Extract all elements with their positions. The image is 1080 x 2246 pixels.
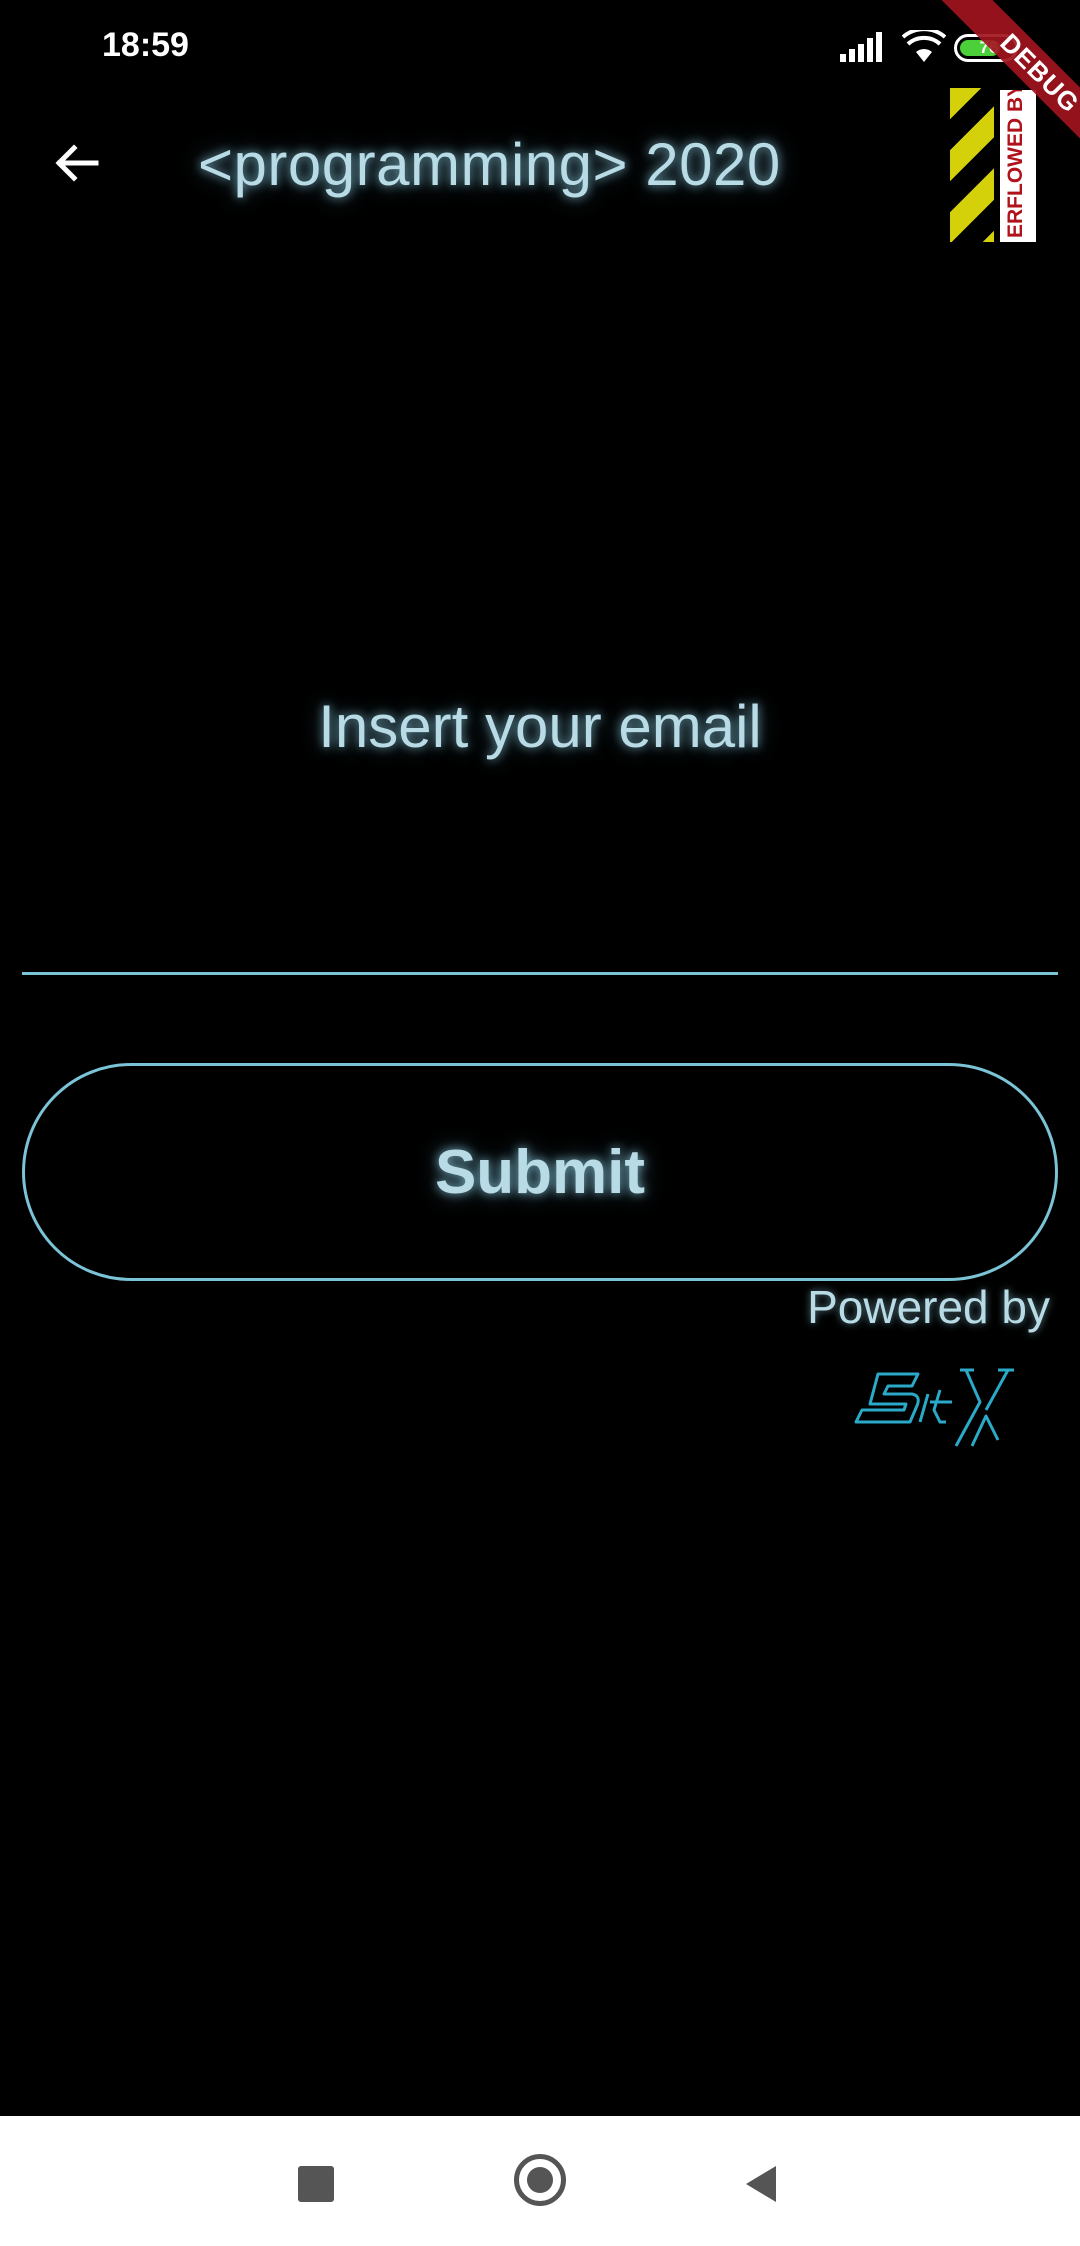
- status-bar: 18:59 76: [0, 0, 1080, 100]
- overflow-indicator: [950, 88, 994, 242]
- home-dot: [527, 2167, 553, 2193]
- status-time: 18:59: [102, 26, 189, 64]
- wifi-icon: [902, 30, 946, 62]
- square-recents-icon[interactable]: [298, 2166, 334, 2202]
- app-bar: <programming> 2020: [0, 100, 1080, 240]
- navigation-bar: [0, 2116, 1080, 2246]
- circle-home-icon[interactable]: [514, 2154, 566, 2206]
- email-field[interactable]: [22, 900, 1058, 975]
- signal-icon: [840, 32, 882, 62]
- arrow-left-icon[interactable]: [52, 138, 102, 188]
- overflow-label: ERFLOWED BY 3: [1000, 90, 1036, 242]
- email-label: Insert your email: [318, 693, 762, 760]
- powered-by-label: Powered by: [807, 1281, 1050, 1333]
- submit-label: Submit: [434, 1137, 646, 1207]
- bitx-logo: [854, 1368, 1014, 1447]
- overflow-text: ERFLOWED BY 3: [1004, 90, 1027, 238]
- page-title: <programming> 2020: [198, 131, 781, 198]
- triangle-back-icon[interactable]: [744, 2164, 778, 2204]
- submit-button[interactable]: Submit: [22, 1063, 1058, 1281]
